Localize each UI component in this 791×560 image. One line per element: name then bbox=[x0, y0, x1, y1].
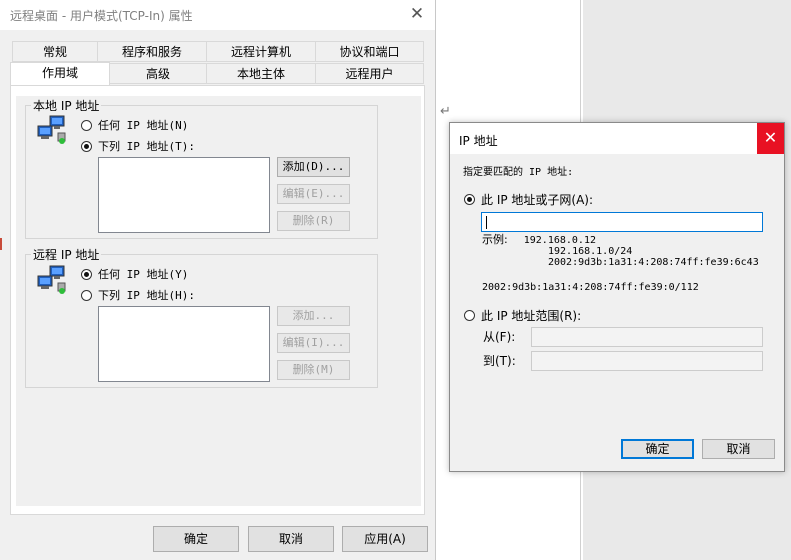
tab-remote-users[interactable]: 远程用户 bbox=[315, 63, 424, 84]
range-to-input[interactable] bbox=[531, 351, 763, 371]
remote-add-button[interactable]: 添加... bbox=[277, 306, 350, 326]
local-remove-button[interactable]: 删除(R) bbox=[277, 211, 350, 231]
local-edit-button[interactable]: 编辑(E)... bbox=[277, 184, 350, 204]
apply-button[interactable]: 应用(A) bbox=[342, 526, 428, 552]
examples-label: 示例: bbox=[482, 233, 508, 246]
tab-remote-computers[interactable]: 远程计算机 bbox=[206, 41, 316, 62]
text-caret bbox=[486, 216, 487, 229]
subnet-label: 此 IP 地址或子网(A): bbox=[481, 193, 594, 207]
remote-listed-ip-radio[interactable]: 下列 IP 地址(H): bbox=[81, 287, 195, 303]
cancel-button[interactable]: 取消 bbox=[248, 526, 334, 552]
tab-advanced[interactable]: 高级 bbox=[109, 63, 207, 84]
remote-any-ip-label: 任何 IP 地址(Y) bbox=[98, 268, 189, 281]
remote-listed-ip-label: 下列 IP 地址(H): bbox=[98, 289, 195, 302]
from-label: 从(F): bbox=[483, 330, 516, 344]
to-label: 到(T): bbox=[483, 354, 516, 368]
local-add-button[interactable]: 添加(D)... bbox=[277, 157, 350, 177]
examples-block: 示例: 192.168.0.12 192.168.1.0/24 2002:9d3… bbox=[482, 234, 759, 293]
window-title: 远程桌面 - 用户模式(TCP-In) 属性 bbox=[10, 9, 193, 23]
ip-address-dialog: IP 地址 ✕ 指定要匹配的 IP 地址: 此 IP 地址或子网(A): 示例:… bbox=[449, 122, 785, 472]
example-ipv6: 2002:9d3b:1a31:4:208:74ff:fe39:6c43 bbox=[548, 257, 759, 268]
remote-ip-listbox[interactable] bbox=[98, 306, 270, 382]
local-listed-ip-radio[interactable]: 下列 IP 地址(T): bbox=[81, 138, 195, 154]
remote-remove-button[interactable]: 删除(M) bbox=[277, 360, 350, 380]
range-from-input[interactable] bbox=[531, 327, 763, 347]
radio-circle-icon bbox=[464, 310, 475, 321]
dialog-cancel-button[interactable]: 取消 bbox=[702, 439, 775, 459]
subnet-radio[interactable]: 此 IP 地址或子网(A): bbox=[464, 191, 593, 208]
radio-selected-icon bbox=[81, 140, 92, 152]
local-any-ip-radio[interactable]: 任何 IP 地址(N) bbox=[81, 117, 188, 133]
local-any-ip-label: 任何 IP 地址(N) bbox=[98, 119, 189, 132]
range-radio[interactable]: 此 IP 地址范围(R): bbox=[464, 307, 581, 324]
radio-selected-icon bbox=[81, 268, 92, 280]
example-ipv4-subnet: 192.168.1.0/24 bbox=[548, 246, 633, 257]
local-ip-listbox[interactable] bbox=[98, 157, 270, 233]
dialog-titlebar: IP 地址 ✕ bbox=[450, 123, 784, 154]
properties-window: 远程桌面 - 用户模式(TCP-In) 属性 ✕ 常规 程序和服务 远程计算机 … bbox=[0, 0, 436, 560]
paragraph-mark: ↵ bbox=[440, 104, 451, 119]
dialog-ok-button[interactable]: 确定 bbox=[621, 439, 694, 459]
range-label: 此 IP 地址范围(R): bbox=[481, 309, 582, 323]
network-computers-icon bbox=[37, 115, 66, 144]
subnet-input[interactable] bbox=[481, 212, 763, 232]
dialog-prompt: 指定要匹配的 IP 地址: bbox=[463, 167, 574, 178]
tab-general[interactable]: 常规 bbox=[12, 41, 98, 62]
local-listed-ip-label: 下列 IP 地址(T): bbox=[98, 140, 195, 153]
edge-mark bbox=[0, 238, 2, 250]
remote-ip-group-title: 远程 IP 地址 bbox=[31, 246, 102, 263]
radio-circle-icon bbox=[81, 119, 92, 131]
example-ipv4: 192.168.0.12 bbox=[523, 235, 596, 246]
tab-programs[interactable]: 程序和服务 bbox=[97, 41, 207, 62]
remote-any-ip-radio[interactable]: 任何 IP 地址(Y) bbox=[81, 266, 188, 282]
radio-circle-icon bbox=[81, 289, 92, 301]
ok-button[interactable]: 确定 bbox=[153, 526, 239, 552]
remote-edit-button[interactable]: 编辑(I)... bbox=[277, 333, 350, 353]
close-icon[interactable]: ✕ bbox=[757, 123, 784, 154]
example-ipv6-subnet: 2002:9d3b:1a31:4:208:74ff:fe39:0/112 bbox=[482, 282, 699, 293]
tab-scope[interactable]: 作用域 bbox=[10, 62, 110, 85]
tab-local-principals[interactable]: 本地主体 bbox=[206, 63, 316, 84]
local-ip-group-title: 本地 IP 地址 bbox=[31, 97, 102, 114]
window-titlebar: 远程桌面 - 用户模式(TCP-In) 属性 ✕ bbox=[0, 0, 435, 30]
close-icon[interactable]: ✕ bbox=[399, 0, 435, 30]
dialog-title: IP 地址 bbox=[459, 134, 498, 148]
tab-protocols[interactable]: 协议和端口 bbox=[315, 41, 424, 62]
network-computers-icon bbox=[37, 265, 66, 294]
radio-selected-icon bbox=[464, 194, 475, 205]
